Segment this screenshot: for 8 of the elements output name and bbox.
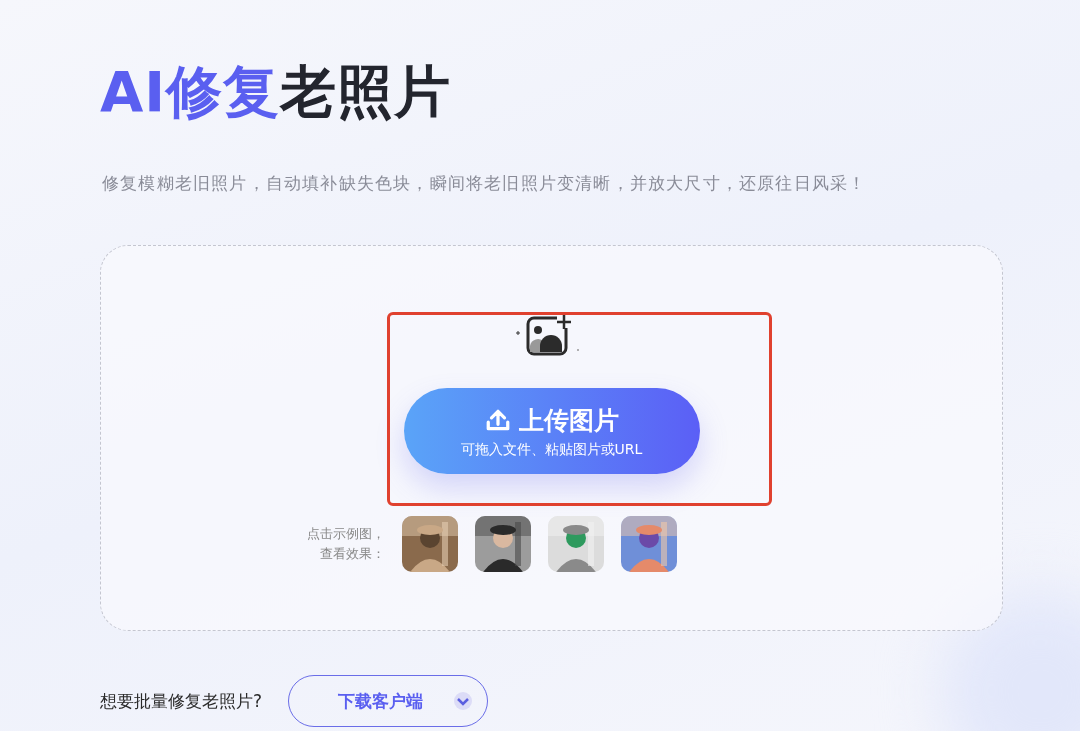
upload-drop-zone[interactable]: 上传图片 可拖入文件、粘贴图片或URL 点击示例图， 查看效果： — [100, 245, 1003, 631]
chevron-down-icon — [452, 691, 473, 711]
upload-icon — [484, 407, 511, 433]
page-title: AI修复老照片 — [100, 58, 453, 126]
batch-question: 想要批量修复老照片? — [100, 689, 263, 713]
upload-button[interactable]: 上传图片 可拖入文件、粘贴图片或URL — [403, 388, 700, 474]
page-subtitle: 修复模糊老旧照片，自动填补缺失色块，瞬间将老旧照片变清晰，并放大尺寸，还原往日风采！ — [102, 172, 868, 195]
examples-label: 点击示例图， 查看效果： — [306, 525, 385, 563]
